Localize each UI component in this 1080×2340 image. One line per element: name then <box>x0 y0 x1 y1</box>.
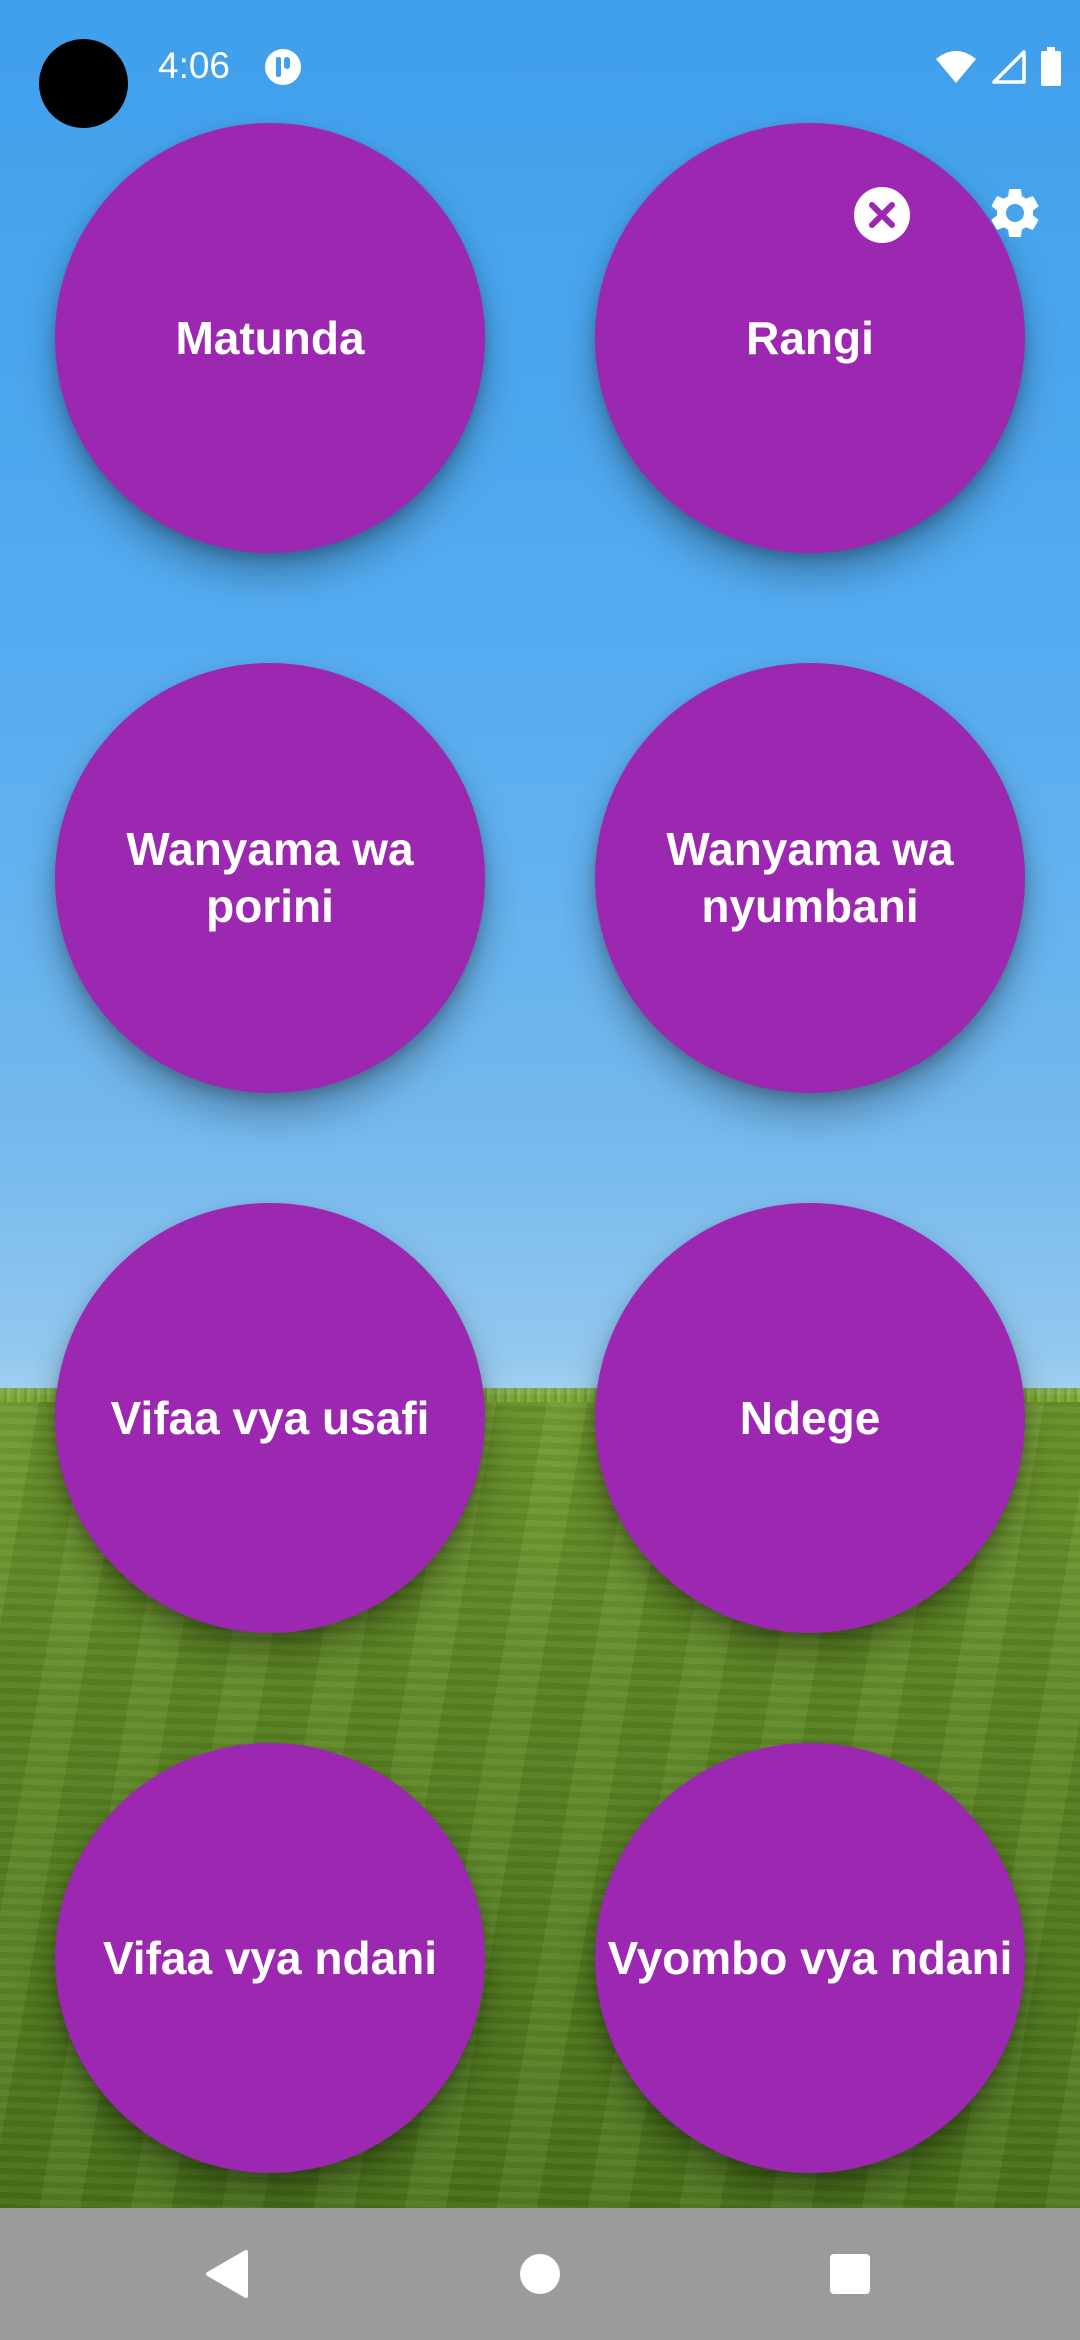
category-button[interactable]: Rangi <box>595 123 1025 553</box>
category-label: Ndege <box>739 1391 881 1444</box>
recents-icon <box>830 2254 870 2294</box>
wifi-icon <box>936 51 976 83</box>
recents-button[interactable] <box>808 2232 892 2316</box>
category-button[interactable]: Wanyama wa nyumbani <box>595 663 1025 1093</box>
back-button[interactable] <box>185 2232 269 2316</box>
category-label: Vyombo vya ndani <box>607 1931 1013 1984</box>
category-label: Vifaa vya usafi <box>110 1391 430 1444</box>
home-icon <box>520 2254 560 2294</box>
status-time: 4:06 <box>158 45 231 86</box>
close-icon[interactable] <box>853 186 911 244</box>
app-notification-icon <box>265 49 301 85</box>
battery-icon <box>1041 47 1061 86</box>
category-label: Vifaa vya ndani <box>102 1931 438 1984</box>
category-label: Wanyama wa nyumbani <box>666 823 954 932</box>
category-button[interactable]: Matunda <box>55 123 485 553</box>
category-button[interactable]: Vifaa vya usafi <box>55 1203 485 1633</box>
category-button[interactable]: Wanyama wa porini <box>55 663 485 1093</box>
home-button[interactable] <box>498 2232 582 2316</box>
status-bar: 4:06 <box>0 0 1080 130</box>
category-label: Wanyama wa porini <box>126 823 414 932</box>
category-button[interactable]: Ndege <box>595 1203 1025 1633</box>
navigation-bar <box>0 2208 1080 2340</box>
cellular-signal-icon <box>992 50 1026 84</box>
system-icons <box>934 46 1062 88</box>
app-screen: 4:06 Matunda Rangi Wanyama wa porini Wan… <box>0 0 1080 2340</box>
category-label: Rangi <box>746 311 874 364</box>
category-button[interactable]: Vifaa vya ndani <box>55 1743 485 2173</box>
camera-cutout <box>39 39 128 128</box>
category-button[interactable]: Vyombo vya ndani <box>595 1743 1025 2173</box>
category-label: Matunda <box>175 311 365 364</box>
gear-icon[interactable] <box>985 183 1045 243</box>
back-icon <box>206 2250 248 2298</box>
